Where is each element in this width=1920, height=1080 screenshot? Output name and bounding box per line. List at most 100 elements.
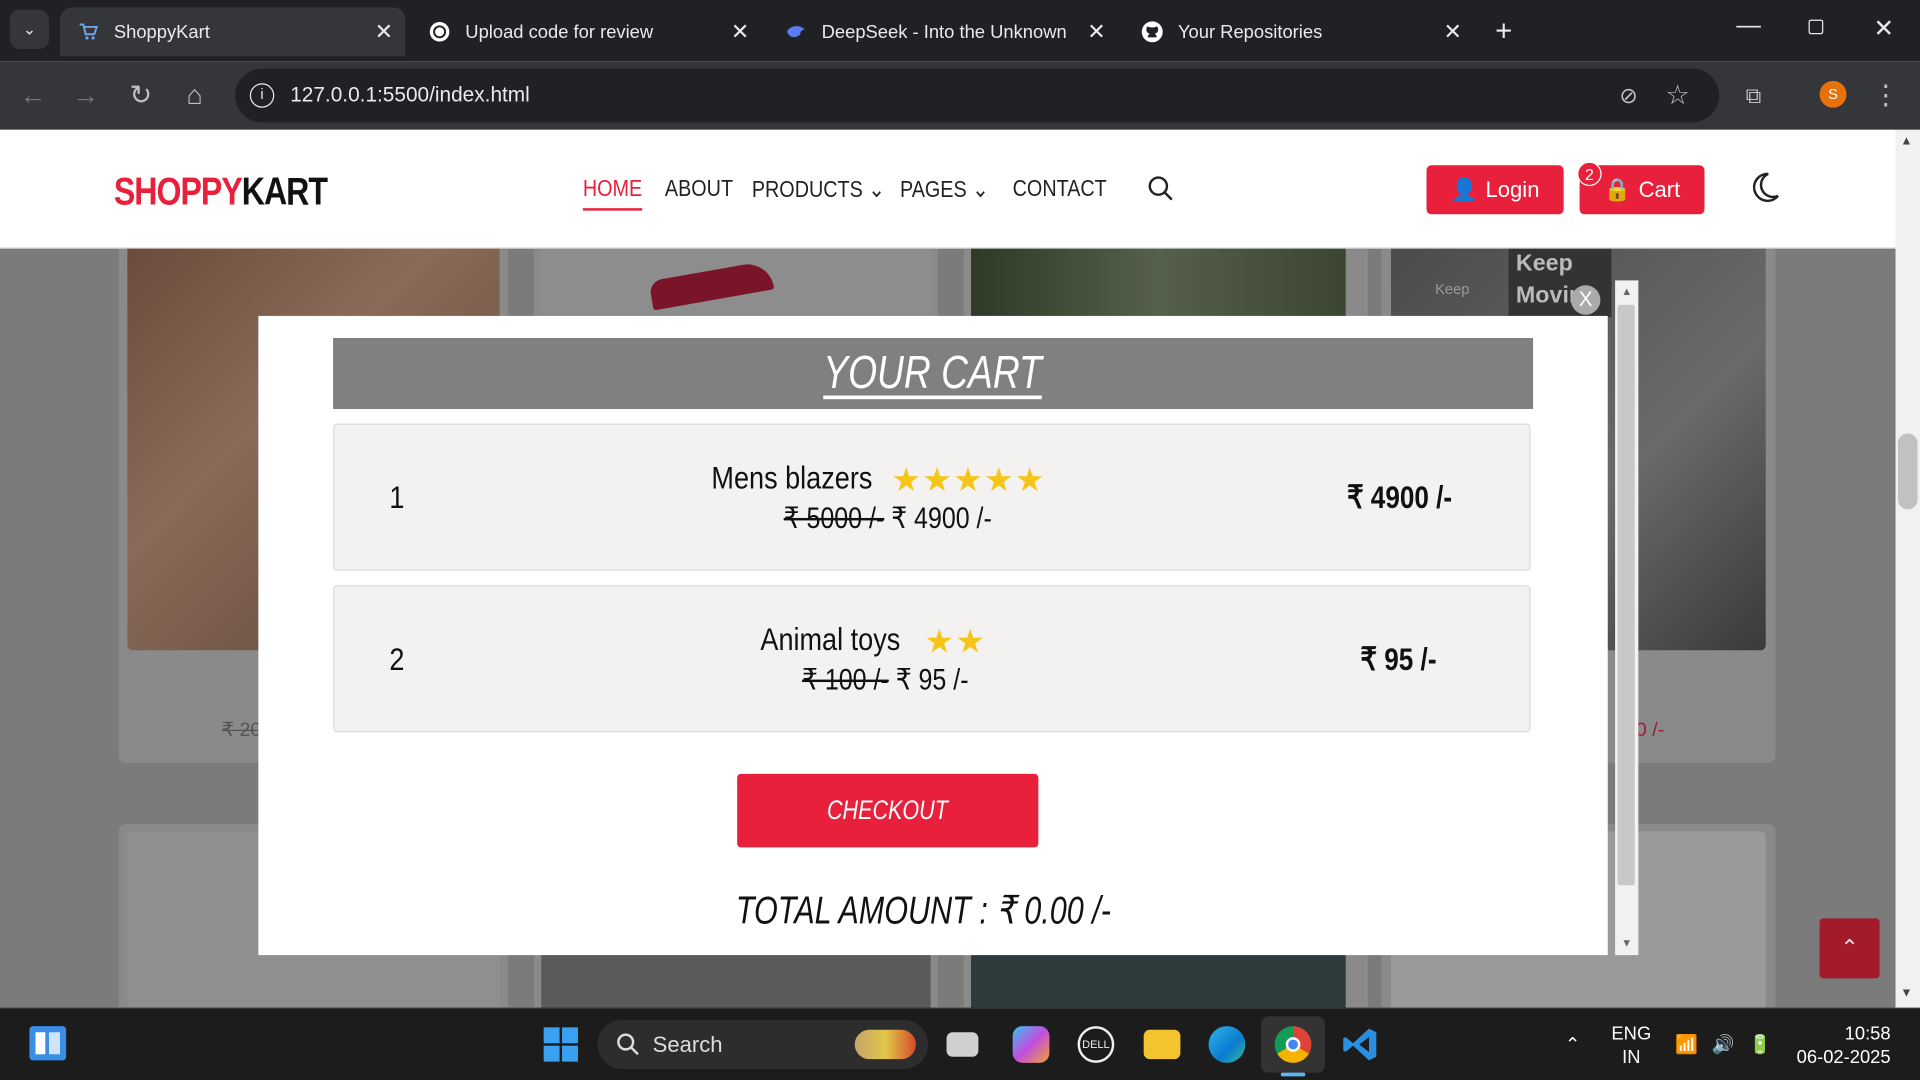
- tab-search-button[interactable]: ⌄: [9, 9, 49, 49]
- widgets-icon[interactable]: [29, 1026, 67, 1061]
- item-total: ₹ 4900 /-: [1346, 478, 1453, 516]
- checkout-button[interactable]: CHECKOUT: [737, 773, 1039, 848]
- forward-icon[interactable]: →: [69, 78, 103, 112]
- profile-avatar[interactable]: S: [1819, 80, 1847, 108]
- eye-off-icon[interactable]: ⊘: [1611, 78, 1645, 112]
- back-icon[interactable]: ←: [16, 78, 50, 112]
- new-tab-button[interactable]: +: [1495, 15, 1512, 49]
- cart-favicon-icon: [77, 21, 99, 43]
- windows-start-icon[interactable]: [542, 1026, 579, 1063]
- back-to-top-button[interactable]: ⌃: [1819, 918, 1880, 979]
- close-icon[interactable]: ✕: [731, 20, 749, 46]
- cart-item: 1 Mens blazers ★★★★★ ₹ 5000 /- ₹ 4900 /-…: [333, 423, 1531, 571]
- chrome-icon[interactable]: [1274, 1026, 1312, 1063]
- cart-modal: YOUR CART 1 Mens blazers ★★★★★ ₹ 5000 /-…: [258, 315, 1608, 956]
- close-modal-button[interactable]: X: [1571, 285, 1601, 315]
- scroll-down-arrow[interactable]: ▼: [1900, 987, 1912, 1000]
- rating-stars: ★★: [924, 623, 987, 661]
- tab-title: Upload code for review: [465, 21, 654, 43]
- nav-contact[interactable]: CONTACT: [1013, 176, 1107, 203]
- vscode-icon[interactable]: [1342, 1026, 1379, 1063]
- tab-title: DeepSeek - Into the Unknown: [821, 21, 1067, 43]
- task-view-icon[interactable]: [946, 1032, 979, 1057]
- cart-item: 2 Animal toys ★★ ₹ 100 /- ₹ 95 /- ₹ 95 /…: [333, 585, 1531, 733]
- modal-scrollbar[interactable]: ▲ ▼: [1615, 280, 1639, 956]
- address-bar[interactable]: i 127.0.0.1:5500/index.html: [235, 68, 1720, 123]
- lock-icon: 🔒: [1603, 176, 1632, 202]
- tab-shoppykart[interactable]: ShoppyKart ✕: [60, 7, 406, 57]
- product-price: 0 /-: [1635, 720, 1665, 741]
- total-amount: TOTAL AMOUNT : ₹ 0.00 /-: [735, 887, 1111, 932]
- scroll-up-arrow[interactable]: ▲: [1900, 135, 1912, 148]
- item-prices: ₹ 5000 /- ₹ 4900 /-: [783, 502, 992, 536]
- dell-icon[interactable]: DELL: [1077, 1026, 1115, 1063]
- modal-scrollbar-thumb[interactable]: [1617, 304, 1635, 886]
- bookmark-star-icon[interactable]: ☆: [1660, 78, 1694, 112]
- tab-deepseek[interactable]: DeepSeek - Into the Unknown ✕: [773, 7, 1118, 56]
- site-navbar: SHOPPYKART HOME ABOUT PRODUCTS ⌄ PAGES ⌄…: [0, 129, 1896, 249]
- reload-icon[interactable]: ↻: [124, 78, 158, 112]
- nav-home[interactable]: HOME: [582, 176, 643, 211]
- site-info-icon[interactable]: i: [249, 83, 275, 108]
- user-icon: 👤: [1450, 176, 1479, 202]
- deepseek-whale-icon: [785, 21, 807, 43]
- search-icon: [616, 1032, 640, 1063]
- rating-stars: ★★★★★: [891, 461, 1046, 499]
- wifi-icon[interactable]: 📶: [1675, 1033, 1698, 1056]
- volume-icon[interactable]: 🔊: [1712, 1033, 1735, 1056]
- nav-about[interactable]: ABOUT: [665, 176, 733, 203]
- site-logo[interactable]: SHOPPYKART: [114, 169, 328, 214]
- item-total: ₹ 95 /-: [1360, 640, 1437, 678]
- item-name: Mens blazers: [711, 459, 873, 496]
- search-highlight-icon: [854, 1029, 916, 1060]
- item-prices: ₹ 100 /- ₹ 95 /-: [802, 663, 969, 697]
- clock[interactable]: 10:58 06-02-2025: [1795, 1022, 1891, 1069]
- home-icon[interactable]: ⌂: [178, 78, 212, 112]
- extensions-icon[interactable]: ⧉: [1736, 78, 1770, 112]
- search-label: Search: [652, 1031, 723, 1057]
- openai-icon: [429, 21, 451, 43]
- show-hidden-icons[interactable]: ⌃: [1565, 1033, 1580, 1056]
- active-app-indicator: [1280, 1072, 1306, 1077]
- page-scrollbar-thumb[interactable]: [1897, 433, 1918, 510]
- more-menu-icon[interactable]: ⋮: [1869, 78, 1903, 112]
- close-icon[interactable]: ✕: [375, 20, 393, 46]
- github-icon: [1141, 21, 1163, 43]
- chevron-up-icon: ⌃: [1840, 935, 1859, 961]
- close-window-button[interactable]: ✕: [1873, 13, 1894, 44]
- language-indicator[interactable]: ENG IN: [1611, 1022, 1651, 1069]
- poster-small: Keep: [1435, 280, 1470, 298]
- copilot-icon[interactable]: [1012, 1026, 1050, 1063]
- item-index: 2: [389, 640, 405, 678]
- product-price: ₹ 20: [221, 720, 262, 741]
- nav-products[interactable]: PRODUCTS ⌄: [752, 176, 885, 204]
- restore-button[interactable]: [1808, 19, 1824, 35]
- login-button[interactable]: 👤 Login: [1426, 165, 1564, 215]
- file-explorer-icon[interactable]: [1143, 1029, 1181, 1060]
- scroll-down-arrow[interactable]: ▼: [1621, 937, 1632, 949]
- windows-taskbar: Search DELL ⌃ ENG IN 📶 🔊 🔋 10:58 06-02-202…: [0, 1007, 1920, 1080]
- edge-icon[interactable]: [1208, 1026, 1246, 1063]
- page-scrollbar[interactable]: ▲ ▼: [1895, 129, 1920, 1008]
- browser-tab-bar: ⌄ ShoppyKart ✕ Upload code for review ✕ …: [0, 0, 1920, 62]
- cart-heading: YOUR CART: [333, 337, 1534, 409]
- chevron-down-icon: ⌄: [972, 177, 989, 204]
- battery-icon[interactable]: 🔋: [1749, 1033, 1772, 1056]
- tab-repositories[interactable]: Your Repositories ✕: [1129, 7, 1474, 56]
- cart-count-badge: 2: [1577, 161, 1602, 187]
- item-index: 1: [389, 478, 405, 516]
- tab-upload-code[interactable]: Upload code for review ✕: [416, 7, 761, 56]
- tab-title: Your Repositories: [1177, 21, 1323, 43]
- search-icon[interactable]: [1147, 175, 1174, 208]
- close-icon[interactable]: ✕: [1444, 20, 1462, 46]
- dark-mode-moon-icon[interactable]: [1751, 171, 1780, 209]
- scroll-up-arrow[interactable]: ▲: [1621, 285, 1632, 297]
- minimize-button[interactable]: —: [1736, 12, 1760, 40]
- address-toolbar: ← → ↻ ⌂ i 127.0.0.1:5500/index.html ⊘ ☆ …: [0, 61, 1920, 130]
- chevron-down-icon: ⌄: [868, 177, 885, 204]
- taskbar-search[interactable]: Search: [597, 1020, 929, 1069]
- nav-pages[interactable]: PAGES ⌄: [900, 176, 989, 204]
- item-name: Animal toys: [760, 620, 901, 658]
- close-icon[interactable]: ✕: [1087, 20, 1105, 46]
- tab-title: ShoppyKart: [113, 21, 210, 43]
